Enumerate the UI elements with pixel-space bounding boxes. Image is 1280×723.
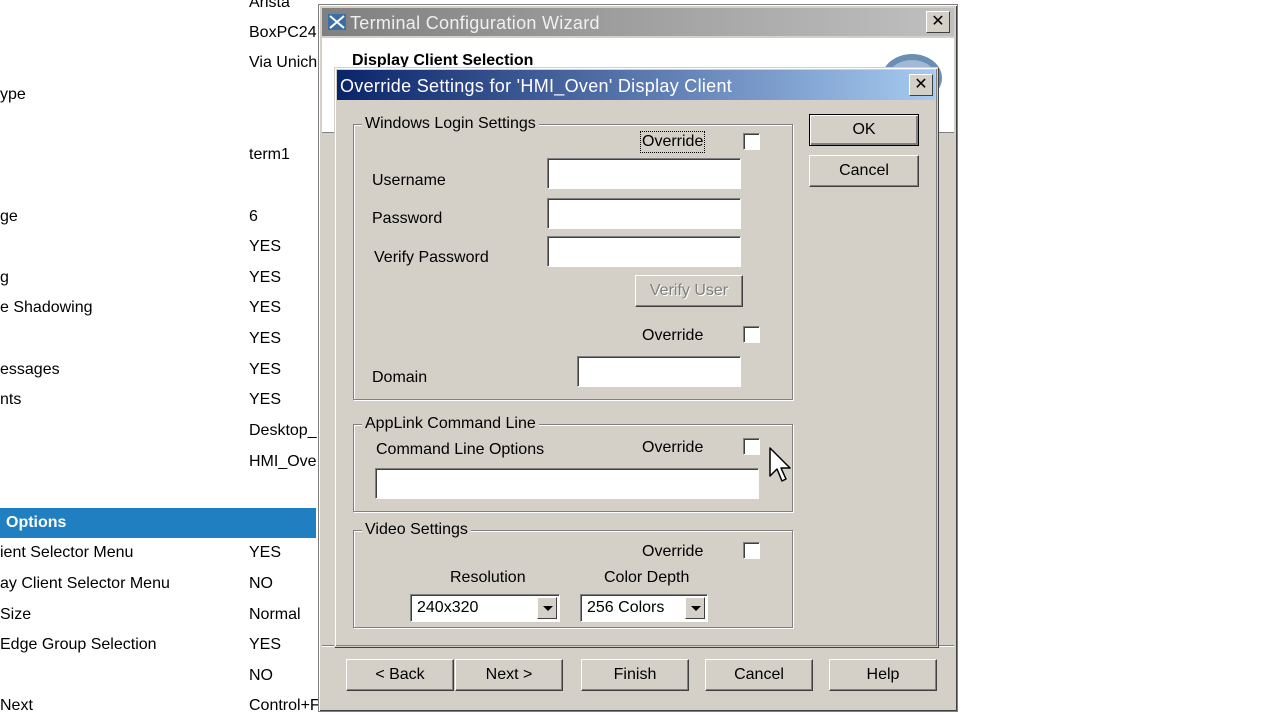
command-line-input[interactable] <box>375 468 759 499</box>
back-button[interactable]: < Back <box>346 659 454 691</box>
username-label: Username <box>372 172 446 189</box>
next-button[interactable]: Next > <box>455 659 563 691</box>
list-item[interactable]: term1 <box>0 146 320 172</box>
wizard-title: Terminal Configuration Wizard <box>350 13 600 33</box>
group-label: Video Settings <box>362 521 471 539</box>
verify-password-label: Verify Password <box>374 249 489 266</box>
list-item[interactable]: HMI_Ove <box>0 453 320 479</box>
finish-button[interactable]: Finish <box>581 659 689 691</box>
list-item[interactable]: Size Normal <box>0 606 320 632</box>
wizard-title-bar[interactable]: Terminal Configuration Wizard ✕ <box>322 8 954 36</box>
list-item[interactable]: ay Client Selector Menu NO <box>0 575 320 601</box>
password-input[interactable] <box>547 198 741 229</box>
video-override-checkbox[interactable] <box>743 542 760 559</box>
list-item[interactable]: YES <box>0 330 320 356</box>
app-icon <box>328 14 346 30</box>
command-line-options-label: Command Line Options <box>376 441 545 458</box>
wizard-cancel-button[interactable]: Cancel <box>705 659 813 691</box>
list-item[interactable]: Via Unich <box>0 54 320 80</box>
resolution-value: 240x320 <box>417 599 479 616</box>
password-label: Password <box>372 210 443 227</box>
list-item[interactable]: Desktop_ <box>0 422 320 448</box>
section-header[interactable]: Options <box>0 508 316 538</box>
chevron-down-icon[interactable] <box>685 597 705 619</box>
help-button[interactable]: Help <box>829 659 937 691</box>
list-item[interactable]: Arista <box>0 0 320 20</box>
wizard-close-button[interactable]: ✕ <box>926 11 950 33</box>
chevron-down-icon[interactable] <box>537 597 557 619</box>
color-depth-value: 256 Colors <box>587 599 665 616</box>
group-label: AppLink Command Line <box>362 415 539 433</box>
login-override-checkbox[interactable] <box>743 133 760 150</box>
verify-user-button[interactable]: Verify User <box>635 275 743 307</box>
domain-input[interactable] <box>577 356 741 387</box>
list-item[interactable]: nts YES <box>0 391 320 417</box>
windows-login-group: Windows Login Settings Override Username… <box>353 115 793 400</box>
verify-password-input[interactable] <box>547 236 741 267</box>
color-depth-label: Color Depth <box>604 569 690 586</box>
username-input[interactable] <box>547 158 741 189</box>
domain-override-checkbox[interactable] <box>743 326 760 343</box>
domain-override-label: Override <box>642 327 704 344</box>
dialog-title-bar[interactable]: Override Settings for 'HMI_Oven' Display… <box>337 70 935 100</box>
mouse-cursor-icon <box>769 447 791 482</box>
login-override-label[interactable]: Override <box>639 131 706 153</box>
list-item[interactable]: g YES <box>0 269 320 295</box>
resolution-label: Resolution <box>450 569 526 586</box>
list-item[interactable]: e Shadowing YES <box>0 299 320 325</box>
domain-label: Domain <box>372 369 428 386</box>
resolution-select[interactable]: 240x320 <box>410 594 560 622</box>
list-item[interactable]: ype <box>0 86 320 112</box>
list-item[interactable]: Next Control+F <box>0 697 320 723</box>
applink-override-checkbox[interactable] <box>743 438 760 455</box>
list-item[interactable]: essages YES <box>0 361 320 387</box>
list-item[interactable]: ge 6 <box>0 208 320 234</box>
group-label: Windows Login Settings <box>362 115 539 133</box>
dialog-close-button[interactable]: ✕ <box>909 74 933 96</box>
ok-button[interactable]: OK <box>809 114 919 146</box>
dialog-cancel-button[interactable]: Cancel <box>809 155 919 187</box>
list-item[interactable]: YES <box>0 238 320 264</box>
list-item[interactable]: NO <box>0 667 320 693</box>
property-list: Arista BoxPC24 Via Unich ype term1 ge 6 Y… <box>0 0 320 720</box>
color-depth-select[interactable]: 256 Colors <box>580 594 708 622</box>
applink-group: AppLink Command Line Command Line Option… <box>353 415 793 512</box>
applink-override-label: Override <box>642 439 704 456</box>
list-item[interactable]: Edge Group Selection YES <box>0 636 320 662</box>
video-override-label: Override <box>642 543 704 560</box>
list-item[interactable]: BoxPC24 <box>0 24 320 50</box>
video-settings-group: Video Settings Override Resolution 240x3… <box>353 521 793 628</box>
dialog-title: Override Settings for 'HMI_Oven' Display… <box>340 76 733 96</box>
list-item[interactable]: ient Selector Menu YES <box>0 544 320 570</box>
override-settings-dialog: Override Settings for 'HMI_Oven' Display… <box>334 67 938 647</box>
